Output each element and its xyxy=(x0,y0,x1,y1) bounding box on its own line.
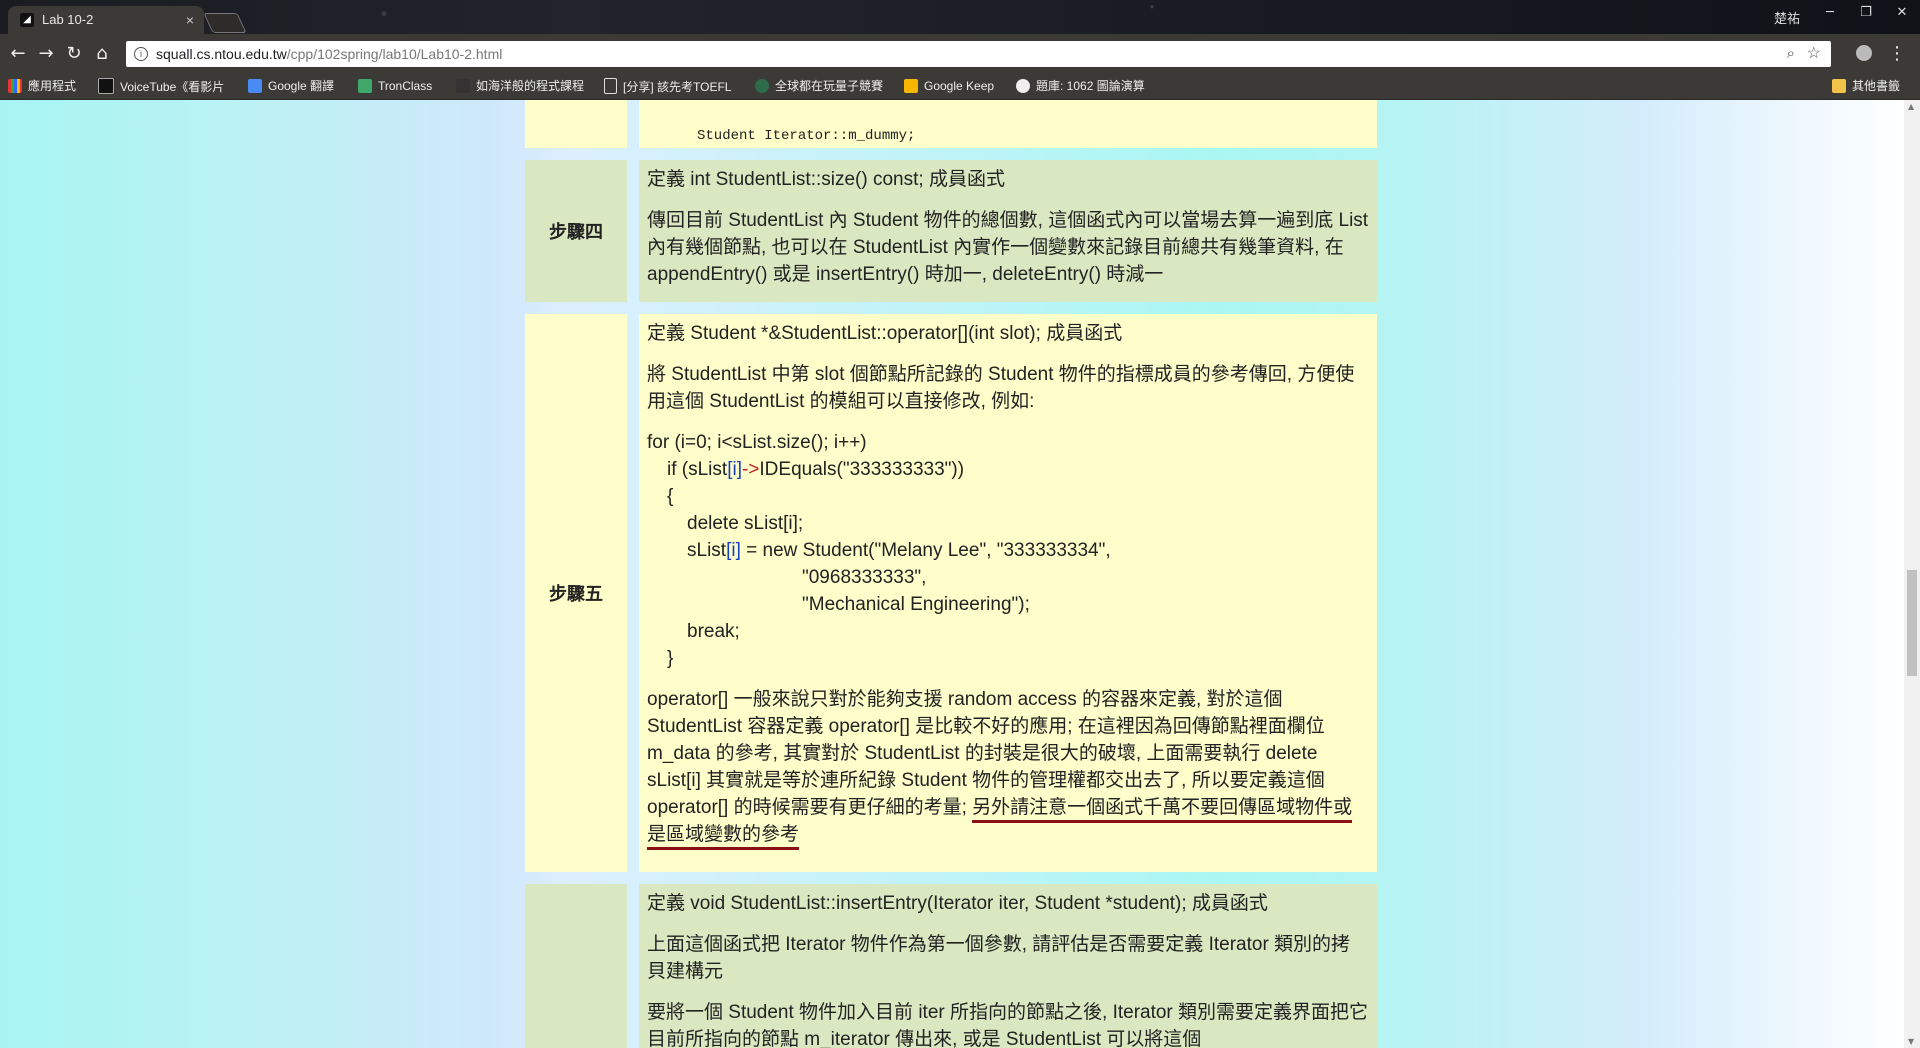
tab-close-icon[interactable]: × xyxy=(186,6,194,34)
step-label: 步驟四 xyxy=(525,160,627,302)
code-line: break; xyxy=(687,621,740,642)
step-body: 將 StudentList 中第 slot 個節點所記錄的 Student 物件… xyxy=(647,364,1355,412)
page-viewport: Student Iterator::m_dummy; 步驟四 定義 int St… xyxy=(0,100,1904,1048)
keep-icon xyxy=(904,79,918,93)
step-label-cell xyxy=(525,884,627,1048)
course-icon xyxy=(456,79,470,93)
translate-icon xyxy=(248,79,262,93)
scroll-up-arrow-icon[interactable]: ▲ xyxy=(1908,102,1914,111)
window-controls: ─ ❐ ✕ xyxy=(1812,0,1920,26)
step-desc-cell: Student Iterator::m_dummy; xyxy=(639,100,1377,148)
step-title: 定義 void StudentList::insertEntry(Iterato… xyxy=(647,893,1268,914)
voicetube-icon xyxy=(98,78,114,94)
bookmark-other[interactable]: 其他書籤 xyxy=(1832,78,1900,95)
forward-arrow-icon[interactable]: → xyxy=(34,42,58,66)
extension-icon[interactable] xyxy=(1856,45,1872,61)
back-arrow-icon[interactable]: ← xyxy=(6,42,30,66)
bookmark-voicetube[interactable]: VoiceTube《看影片 xyxy=(98,78,224,95)
code-line: } xyxy=(667,648,674,669)
url-text[interactable]: squall.cs.ntou.edu.tw/cpp/102spring/lab1… xyxy=(156,41,502,67)
address-bar[interactable]: i squall.cs.ntou.edu.tw/cpp/102spring/la… xyxy=(126,41,1831,67)
bookmark-graph-theory[interactable]: 題庫: 1062 圖論演算 xyxy=(1016,78,1145,95)
step-description: 定義 int StudentList::size() const; 成員函式 傳… xyxy=(639,160,1377,302)
step-title: 定義 Student *&StudentList::operator[](int… xyxy=(647,323,1123,344)
bookmark-toefl[interactable]: [分享] 該先考TOEFL xyxy=(604,78,731,95)
reload-icon[interactable]: ↻ xyxy=(62,42,86,66)
step-label: 步驟五 xyxy=(525,314,627,872)
code-snippet: Student Iterator::m_dummy; xyxy=(697,128,916,144)
lab-steps-table: Student Iterator::m_dummy; 步驟四 定義 int St… xyxy=(525,100,1377,1048)
step-title: 定義 int StudentList::size() const; 成員函式 xyxy=(647,169,1005,190)
step-label-cell xyxy=(525,100,627,148)
minimize-button[interactable]: ─ xyxy=(1812,0,1848,26)
bookmarks-bar: 應用程式 VoiceTube《看影片 Google 翻譯 TronClass 如… xyxy=(0,74,1920,100)
zoom-icon[interactable]: ⌕ xyxy=(1787,41,1795,67)
code-line: "0968333333", xyxy=(802,567,927,588)
code-line: "Mechanical Engineering"); xyxy=(802,594,1030,615)
code-line: delete sList[i]; xyxy=(687,513,804,534)
step-description: 定義 Student *&StudentList::operator[](int… xyxy=(639,314,1377,872)
home-icon[interactable]: ⌂ xyxy=(90,42,114,66)
scroll-down-arrow-icon[interactable]: ▼ xyxy=(1908,1037,1914,1046)
browser-tab[interactable]: ◢ Lab 10-2 × xyxy=(8,6,204,34)
page-favicon-icon: ◢ xyxy=(20,13,34,27)
browser-toolbar: ← → ↻ ⌂ i squall.cs.ntou.edu.tw/cpp/102s… xyxy=(0,34,1920,74)
folder-icon xyxy=(1832,79,1846,93)
judge-icon xyxy=(1016,79,1030,93)
bookmark-star-icon[interactable]: ☆ xyxy=(1807,41,1821,67)
bookmark-ocean-course[interactable]: 如海洋般的程式課程 xyxy=(456,78,584,95)
code-line: sList[i] = new Student("Melany Lee", "33… xyxy=(687,540,1111,561)
step-description: 定義 void StudentList::insertEntry(Iterato… xyxy=(639,884,1377,1048)
restore-button[interactable]: ❐ xyxy=(1848,0,1884,26)
browser-tab-strip: ◢ Lab 10-2 × 楚祐 ─ ❐ ✕ xyxy=(0,0,1920,34)
code-line: if (sList[i]->IDEquals("333333333")) xyxy=(667,459,965,480)
browser-menu-icon[interactable]: ⋮ xyxy=(1888,43,1906,64)
bookmark-tronclass[interactable]: TronClass xyxy=(358,78,432,95)
code-example: for (i=0; i<sList.size(); i++) if (sList… xyxy=(647,429,1369,672)
quantum-icon xyxy=(755,79,769,93)
apps-grid-icon xyxy=(8,79,22,93)
bookmark-apps[interactable]: 應用程式 xyxy=(8,78,76,95)
step-row-6: 定義 void StudentList::insertEntry(Iterato… xyxy=(525,884,1377,1048)
close-window-button[interactable]: ✕ xyxy=(1884,0,1920,26)
step-row-5: 步驟五 定義 Student *&StudentList::operator[]… xyxy=(525,314,1377,872)
tronclass-icon xyxy=(358,79,372,93)
code-line: for (i=0; i<sList.size(); i++) xyxy=(647,432,867,453)
step-body: 上面這個函式把 Iterator 物件作為第一個參數, 請評估是否需要定義 It… xyxy=(647,934,1351,982)
step-body: 要將一個 Student 物件加入目前 iter 所指向的節點之後, Itera… xyxy=(647,1002,1369,1048)
profile-name[interactable]: 楚祐 xyxy=(1774,8,1800,27)
bookmark-google-keep[interactable]: Google Keep xyxy=(904,78,994,95)
document-icon xyxy=(604,78,617,94)
page-scrollbar[interactable]: ▲ ▼ xyxy=(1904,100,1920,1048)
new-tab-button[interactable] xyxy=(203,13,247,33)
step-row-previous: Student Iterator::m_dummy; xyxy=(525,100,1377,148)
code-line: { xyxy=(667,486,674,507)
site-info-icon[interactable]: i xyxy=(134,47,148,61)
step-body: 傳回目前 StudentList 內 Student 物件的總個數, 這個函式內… xyxy=(647,210,1369,285)
step-row-4: 步驟四 定義 int StudentList::size() const; 成員… xyxy=(525,160,1377,302)
tab-title: Lab 10-2 xyxy=(42,12,94,27)
scrollbar-thumb[interactable] xyxy=(1907,570,1917,676)
bookmark-quantum[interactable]: 全球都在玩量子競賽 xyxy=(755,78,883,95)
step-body: operator[] 一般來說只對於能夠支援 random access 的容器… xyxy=(647,686,1369,850)
bookmark-google-translate[interactable]: Google 翻譯 xyxy=(248,78,334,95)
